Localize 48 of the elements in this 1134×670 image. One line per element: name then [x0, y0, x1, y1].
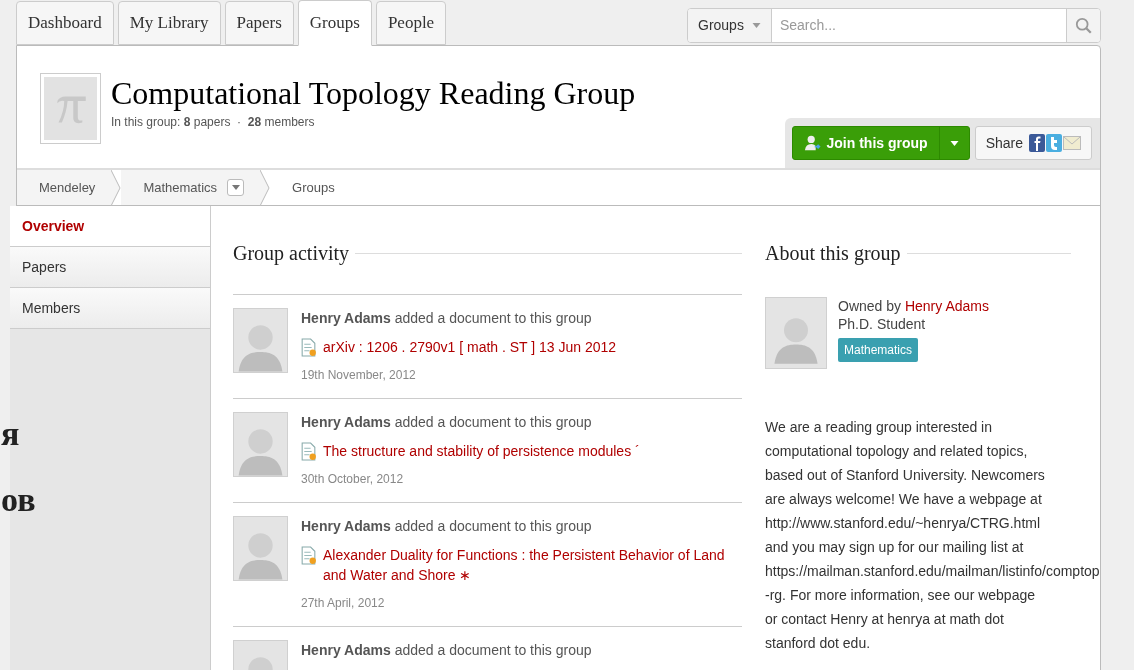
add-user-icon — [803, 134, 822, 152]
avatar-placeholder — [233, 412, 288, 477]
search-button[interactable] — [1066, 9, 1100, 42]
document-link[interactable]: Alexander Duality for Functions : the Persistent Behavior of Land and Water and Shore ∗ — [323, 545, 742, 585]
facebook-icon[interactable] — [1029, 134, 1045, 152]
document-link[interactable]: The structure and stability of persistence modules ´ — [323, 441, 640, 461]
group-title: Computational Topology Reading Group — [111, 74, 636, 113]
avatar-placeholder — [233, 516, 288, 581]
document-link[interactable]: arXiv : 1206 . 2790v1 [ math . ST ] 13 Jun 2012 — [323, 337, 617, 357]
sidebar-item[interactable]: Overview — [10, 206, 210, 247]
caret-icon — [751, 23, 761, 28]
activity-date: 19th November, 2012 — [301, 367, 417, 384]
activity-summary: Henry Adams added a document to this group — [301, 641, 592, 660]
email-icon[interactable] — [1063, 134, 1081, 152]
document-icon — [301, 338, 316, 357]
activity-date: 27th April, 2012 — [301, 595, 386, 612]
sidebar-item[interactable]: Members — [10, 288, 210, 329]
backdrop-text: я — [1, 414, 21, 454]
avatar-placeholder — [765, 297, 827, 369]
caret-icon — [231, 185, 240, 190]
activity-summary: Henry Adams added a document to this group — [301, 309, 593, 328]
document-icon — [301, 546, 316, 565]
group-description: We are a reading group interested in computational topology and related topics, based out of Stanford University. Newcomers are always welcome! We have a webpage at http://www.stanford.edu/~henrya/CTRG.html and you may sign up for our mailing list at https://mailman.stanford.edu/mailman/listinfo/comptop -rg. For more information, see our webpage or contact Henry at henrya at math dot stanford dot edu. — [765, 418, 1101, 653]
caret-icon — [949, 140, 959, 146]
owner-label: Owned by — [838, 298, 902, 314]
activity-summary: Henry Adams added a document to this group — [301, 517, 593, 536]
nav-tab[interactable]: Groups — [297, 0, 372, 46]
activity-date: 30th October, 2012 — [301, 471, 405, 488]
share-button[interactable]: Share — [974, 126, 1092, 160]
backdrop-text: ов — [1, 480, 36, 520]
activity-summary: Henry Adams added a document to this group — [301, 413, 593, 432]
nav-tab[interactable]: Dashboard — [16, 1, 114, 45]
owner-role: Ph.D. Student — [838, 315, 927, 333]
nav-tab[interactable]: Papers — [224, 1, 294, 45]
search-icon — [1074, 16, 1093, 35]
dropdown-button[interactable] — [227, 179, 245, 196]
section-title: About this group — [765, 241, 901, 267]
search-bar[interactable]: Groups Search... — [687, 8, 1101, 43]
group-stats: In this group: 8 papers · 28 members — [111, 114, 316, 131]
scope-dropdown[interactable]: Groups — [688, 9, 772, 42]
document-icon — [301, 442, 316, 461]
nav-tab[interactable]: My Library — [117, 1, 221, 45]
owner-link[interactable]: Henry Adams — [904, 298, 989, 314]
section-title: Group activity — [233, 241, 350, 267]
nav-tab[interactable]: People — [375, 1, 447, 45]
breadcrumb-link[interactable]: Groups — [270, 170, 351, 205]
avatar-placeholder — [233, 308, 288, 373]
sidebar-item[interactable]: Papers — [10, 247, 210, 288]
